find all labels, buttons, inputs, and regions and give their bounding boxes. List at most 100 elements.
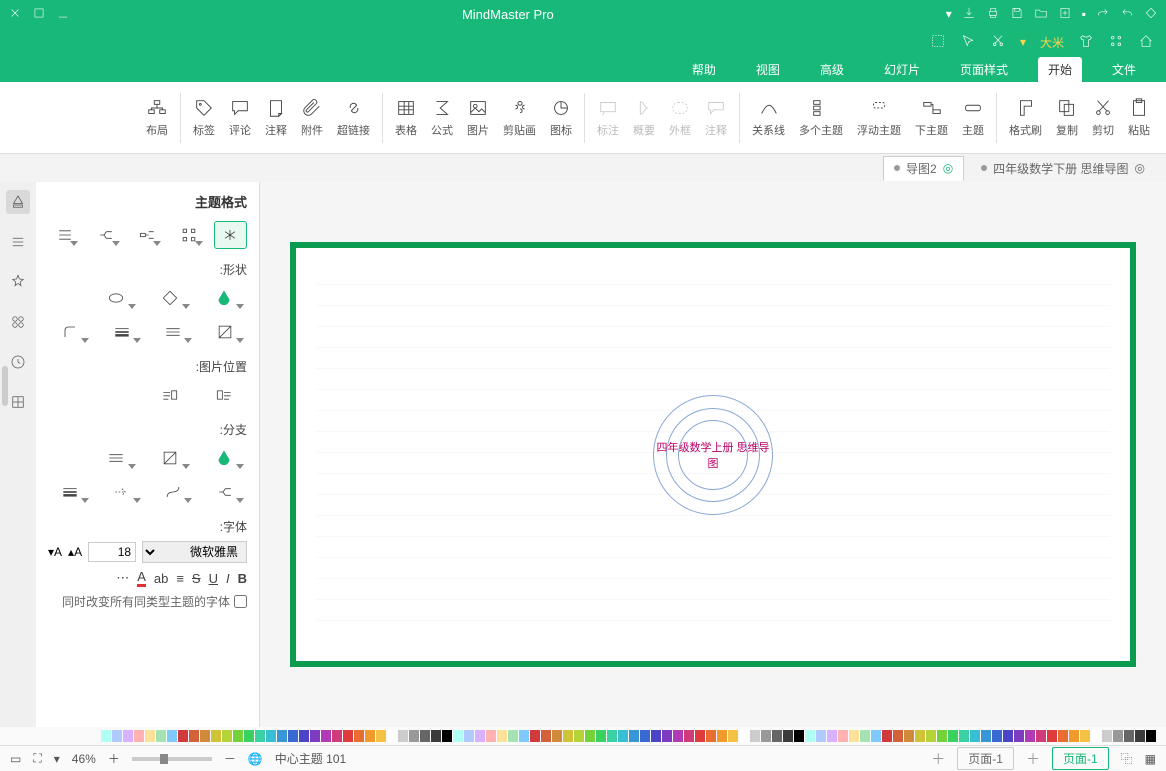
color-swatch[interactable] [717, 730, 727, 742]
rb-relation[interactable]: 关系线 [746, 97, 791, 138]
color-swatch[interactable] [970, 730, 980, 742]
rb-subtopic[interactable]: 下主题 [909, 97, 954, 138]
menu-pageStyle[interactable]: 页面样式 [950, 57, 1018, 82]
color-swatch[interactable] [299, 730, 309, 742]
color-swatch[interactable] [684, 730, 694, 742]
color-swatch[interactable] [541, 730, 551, 742]
layout-preset[interactable] [48, 221, 81, 249]
color-swatch[interactable] [893, 730, 903, 742]
canvas[interactable]: 四年级数学上册 思维导图 [290, 242, 1136, 667]
sb-pages-icon[interactable]: ⿻ [1121, 750, 1133, 767]
close-icon[interactable] [8, 6, 22, 23]
print-icon[interactable] [986, 6, 1000, 23]
color-swatch[interactable] [937, 730, 947, 742]
canvas-area[interactable]: 四年级数学上册 思维导图 [260, 182, 1166, 727]
color-swatch[interactable] [189, 730, 199, 742]
color-swatch[interactable] [915, 730, 925, 742]
color-swatch[interactable] [387, 730, 397, 742]
color-swatch[interactable] [750, 730, 760, 742]
color-swatch[interactable] [1003, 730, 1013, 742]
color-swatch[interactable] [222, 730, 232, 742]
color-swatch[interactable] [343, 730, 353, 742]
color-swatch[interactable] [365, 730, 375, 742]
open-icon[interactable] [1034, 6, 1048, 23]
zoom-in[interactable]: ＋ [108, 750, 120, 767]
branch-color[interactable] [201, 444, 247, 472]
color-swatch[interactable] [1102, 730, 1112, 742]
color-swatch[interactable] [431, 730, 441, 742]
color-swatch[interactable] [992, 730, 1002, 742]
branch-none[interactable] [147, 444, 193, 472]
color-swatch[interactable] [629, 730, 639, 742]
color-swatch[interactable] [596, 730, 606, 742]
color-swatch[interactable] [926, 730, 936, 742]
layout-preset[interactable] [89, 221, 122, 249]
color-swatch[interactable] [651, 730, 661, 742]
layout-preset[interactable] [214, 221, 247, 249]
color-swatch[interactable] [354, 730, 364, 742]
color-swatch[interactable] [442, 730, 452, 742]
zoom-out[interactable]: － [224, 750, 236, 767]
rb-multi[interactable]: 多个主题 [793, 97, 849, 138]
color-swatch[interactable] [981, 730, 991, 742]
color-swatch[interactable] [486, 730, 496, 742]
qb-cut-icon[interactable] [990, 33, 1006, 52]
qb-shirt-icon[interactable] [1078, 33, 1094, 52]
color-swatch[interactable] [277, 730, 287, 742]
corner-radius[interactable] [48, 318, 92, 346]
color-swatch[interactable] [1080, 730, 1090, 742]
color-swatch[interactable] [211, 730, 221, 742]
rb-mark[interactable]: 标注 [591, 97, 625, 138]
color-swatch[interactable] [838, 730, 848, 742]
sb-grid-icon[interactable]: ▦ [1145, 752, 1156, 766]
font-color[interactable]: A [137, 569, 146, 587]
color-swatch[interactable] [585, 730, 595, 742]
color-swatch[interactable] [640, 730, 650, 742]
color-swatch[interactable] [794, 730, 804, 742]
color-swatch[interactable] [420, 730, 430, 742]
branch-weight[interactable] [48, 478, 92, 506]
new-icon[interactable] [1058, 6, 1072, 23]
rb-tag[interactable]: 标签 [187, 97, 221, 138]
color-swatch[interactable] [167, 730, 177, 742]
rb-float[interactable]: 浮动主题 [851, 97, 907, 138]
color-swatch[interactable] [849, 730, 859, 742]
color-swatch[interactable] [662, 730, 672, 742]
color-swatch[interactable] [233, 730, 243, 742]
color-swatch[interactable] [178, 730, 188, 742]
color-swatch[interactable] [101, 730, 111, 742]
color-swatch[interactable] [871, 730, 881, 742]
color-swatch[interactable] [860, 730, 870, 742]
rb-note[interactable]: 注释 [259, 97, 293, 138]
more-font[interactable]: ⋯ [116, 570, 129, 586]
rb-boundary[interactable]: 外框 [663, 97, 697, 138]
color-swatch[interactable] [816, 730, 826, 742]
rb-chart[interactable]: 图标 [544, 97, 578, 138]
add-page-2[interactable]: ＋ [931, 749, 945, 769]
color-swatch[interactable] [882, 730, 892, 742]
rb-hyperlink[interactable]: 超链接 [331, 97, 376, 138]
color-swatch[interactable] [1091, 730, 1101, 742]
rb-format[interactable]: 格式刷 [1003, 97, 1048, 138]
color-swatch[interactable] [200, 730, 210, 742]
color-swatch[interactable] [673, 730, 683, 742]
bold[interactable]: B [238, 571, 247, 586]
branch-shape[interactable] [203, 478, 247, 506]
color-swatch[interactable] [827, 730, 837, 742]
border-weight[interactable] [100, 318, 144, 346]
color-swatch[interactable] [783, 730, 793, 742]
color-swatch[interactable] [508, 730, 518, 742]
color-swatch[interactable] [145, 730, 155, 742]
rb-picture[interactable]: 图片 [461, 97, 495, 138]
qb-apps-icon[interactable] [1108, 33, 1124, 52]
qb-select-icon[interactable] [930, 33, 946, 52]
branch-curve[interactable] [152, 478, 196, 506]
color-swatch[interactable] [607, 730, 617, 742]
underline[interactable]: U [209, 571, 218, 586]
italic[interactable]: I [226, 571, 230, 586]
menu-start[interactable]: 开始 [1038, 57, 1082, 82]
rb-attachment[interactable]: 附件 [295, 97, 329, 138]
color-swatch[interactable] [453, 730, 463, 742]
color-swatch[interactable] [1058, 730, 1068, 742]
qb-pointer-icon[interactable] [960, 33, 976, 52]
